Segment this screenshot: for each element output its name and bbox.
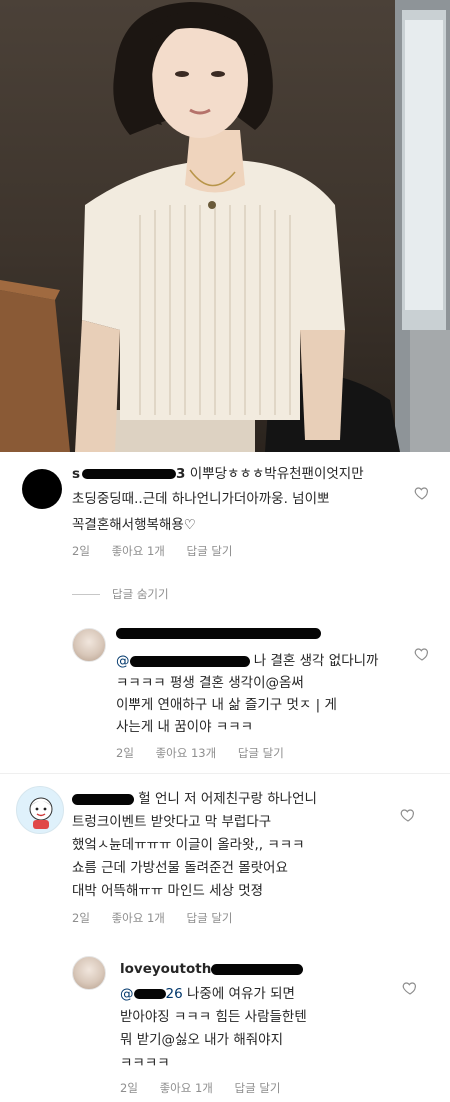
avatar[interactable] xyxy=(16,786,64,834)
redacted-username xyxy=(211,963,304,975)
cartoon-avatar-icon xyxy=(29,797,53,829)
comment-text: 꼭결혼해서행복해용♡ xyxy=(72,517,196,533)
comment-like-count[interactable]: 좋아요 1개 xyxy=(112,911,165,925)
comment-text: ㅋㅋㅋㅋ xyxy=(120,1055,170,1071)
hide-replies-line xyxy=(72,593,100,595)
comment-meta: 2일 좋아요 13개 답글 달기 xyxy=(116,745,302,761)
comment-mention[interactable]: @ xyxy=(120,986,134,1002)
comment-line: loveyoutoth xyxy=(120,960,304,978)
comment-text: 나 결혼 생각 없다니까 xyxy=(253,653,379,669)
comment-text: 받아야징 ㅋㅋㅋ 힘든 사람들한텐 xyxy=(120,1009,307,1025)
comment-line: @ 나 결혼 생각 없다니까 xyxy=(116,652,378,670)
comment-time: 2일 xyxy=(120,1081,138,1095)
comment-time: 2일 xyxy=(72,544,90,558)
reply-button[interactable]: 답글 달기 xyxy=(235,1081,281,1095)
comment-meta: 2일 좋아요 1개 답글 달기 xyxy=(72,543,251,559)
like-heart-icon[interactable] xyxy=(400,807,416,823)
comment-text: 나중에 여유가 되면 xyxy=(186,986,295,1002)
comment-meta: 2일 좋아요 1개 답글 달기 xyxy=(72,910,251,926)
comment-text: 트렁크이벤트 받앗다고 막 부럽다구 xyxy=(72,814,272,830)
comment-text: 했엌ㅅ뉸데ㅠㅠㅠ 이글이 올라왓,, ㅋㅋㅋ xyxy=(72,837,305,853)
like-heart-icon[interactable] xyxy=(414,646,430,662)
avatar[interactable] xyxy=(72,628,106,662)
reply-button[interactable]: 답글 달기 xyxy=(187,911,233,925)
comment-text: 사는게 내 꿈이야 ㅋㅋㅋ xyxy=(116,719,254,735)
hide-replies-label: 답글 숨기기 xyxy=(112,587,169,601)
post-photo xyxy=(0,0,450,452)
like-heart-icon[interactable] xyxy=(402,980,418,996)
comment-like-count[interactable]: 좋아요 13개 xyxy=(156,746,217,760)
comment-text: 쇼름 근데 가방선물 돌려준건 몰랏어요 xyxy=(72,860,288,876)
comment-like-count[interactable]: 좋아요 1개 xyxy=(160,1081,213,1095)
comment-username[interactable]: loveyoutoth xyxy=(120,961,211,977)
avatar[interactable] xyxy=(72,956,106,990)
redacted-username xyxy=(116,628,321,639)
comment-text: 초딩중딩때..근데 하나언니가더아까웅. 넘이뽀 xyxy=(72,491,330,507)
avatar[interactable] xyxy=(22,469,62,509)
comment-username[interactable]: s xyxy=(72,466,80,482)
redacted-username xyxy=(72,793,134,805)
comment-like-count[interactable]: 좋아요 1개 xyxy=(112,544,165,558)
comment-line: 헐 언니 저 어제친구랑 하나언니 xyxy=(72,790,317,808)
comment-time: 2일 xyxy=(116,746,134,760)
hide-replies-toggle[interactable]: 답글 숨기기 xyxy=(72,586,169,602)
reply-button[interactable]: 답글 달기 xyxy=(238,746,284,760)
comment-time: 2일 xyxy=(72,911,90,925)
comment-text: 대박 어뜩해ㅠㅠ 마인드 세상 멋졍 xyxy=(72,883,264,899)
like-heart-icon[interactable] xyxy=(414,485,430,501)
redacted-mention xyxy=(129,655,250,667)
comment-mention[interactable]: @ xyxy=(116,653,130,669)
comment-text: 이뿌당ㅎㅎㅎ박유천팬이엇지만 xyxy=(189,466,364,482)
comment-line: s3 이뿌당ㅎㅎㅎ박유천팬이엇지만 xyxy=(72,466,364,482)
comment-text: 이뿌게 연애하구 내 삶 즐기구 멋ㅈ | 게 xyxy=(116,697,337,713)
post-photo-illustration xyxy=(0,0,450,452)
comment-line: @26 나중에 여유가 되면 xyxy=(120,986,295,1002)
section-divider xyxy=(0,773,450,774)
comment-text: 뭐 받기@싫오 내가 해줘야지 xyxy=(120,1032,283,1048)
comment-text: 헐 언니 저 어제친구랑 하나언니 xyxy=(138,791,317,807)
comment-text: ㅋㅋㅋㅋ 평생 결혼 생각이@옴써 xyxy=(116,675,304,691)
redacted-mention xyxy=(133,989,166,999)
comment-meta: 2일 좋아요 1개 답글 달기 xyxy=(120,1080,299,1096)
redacted-username xyxy=(82,469,177,479)
reply-button[interactable]: 답글 달기 xyxy=(187,544,233,558)
